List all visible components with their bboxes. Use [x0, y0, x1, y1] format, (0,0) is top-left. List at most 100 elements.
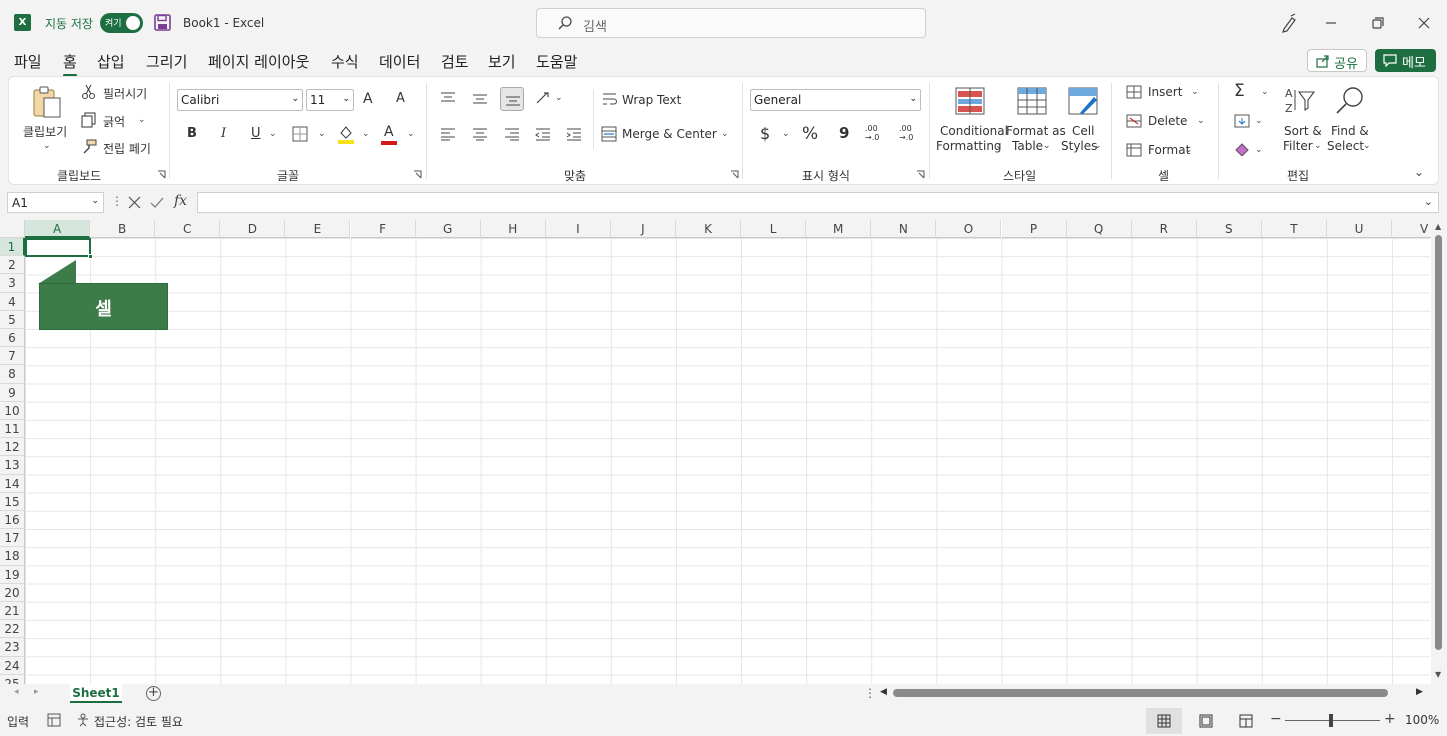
tab-formulas[interactable]: 수식	[331, 51, 359, 72]
select-all-corner[interactable]	[0, 220, 25, 238]
format-as-table-icon[interactable]	[1017, 87, 1047, 115]
autosum-icon[interactable]: Σ	[1234, 81, 1245, 101]
row-header[interactable]: 11	[0, 420, 25, 439]
name-box[interactable]: A1 ⌄	[7, 192, 104, 213]
merge-dropdown-icon[interactable]: ⌄	[721, 129, 729, 139]
column-header[interactable]: P	[1001, 220, 1067, 238]
restore-icon[interactable]	[1365, 10, 1391, 36]
row-header[interactable]: 17	[0, 529, 25, 548]
cut-label[interactable]: 필러시기	[103, 85, 147, 102]
format-painter-icon[interactable]	[81, 139, 97, 155]
find-select-label-2[interactable]: Select	[1327, 139, 1364, 153]
row-header[interactable]: 9	[0, 383, 25, 402]
row-header[interactable]: 23	[0, 638, 25, 657]
shrink-font-button[interactable]: A	[396, 91, 405, 106]
collapse-ribbon-icon[interactable]: ⌄	[1414, 165, 1424, 179]
wrap-text-label[interactable]: Wrap Text	[622, 93, 681, 107]
cut-icon[interactable]	[81, 84, 97, 100]
column-header[interactable]: M	[806, 220, 872, 238]
format-dropdown-icon[interactable]: ⌄	[1185, 145, 1193, 155]
paste-label[interactable]: 클립보기	[23, 123, 67, 140]
clipboard-launcher-icon[interactable]	[157, 170, 166, 179]
zoom-slider-thumb[interactable]	[1329, 714, 1333, 727]
sort-filter-label-1[interactable]: Sort &	[1284, 124, 1322, 138]
align-bottom-button[interactable]	[500, 87, 524, 111]
row-header[interactable]: 22	[0, 620, 25, 639]
column-header[interactable]: N	[871, 220, 937, 238]
insert-cells-icon[interactable]	[1126, 85, 1142, 99]
prev-sheet-icon[interactable]: ◂	[14, 687, 19, 697]
align-top-icon[interactable]	[440, 91, 456, 105]
conditional-formatting-icon[interactable]	[955, 87, 985, 115]
search-box[interactable]: 김색	[536, 8, 926, 38]
tab-data[interactable]: 데이터	[379, 51, 420, 72]
scroll-down-icon[interactable]: ▼	[1435, 670, 1441, 679]
paste-dropdown-icon[interactable]: ⌄	[43, 141, 51, 151]
formula-bar-handle-icon[interactable]: ⋮	[111, 194, 123, 208]
column-header[interactable]: E	[285, 220, 351, 238]
fill-dropdown-icon[interactable]: ⌄	[1255, 116, 1263, 126]
horizontal-scroll-thumb[interactable]	[893, 689, 1388, 697]
decrease-indent-icon[interactable]	[535, 127, 551, 141]
italic-button[interactable]: I	[221, 126, 226, 141]
pen-icon[interactable]	[1276, 10, 1302, 36]
column-header[interactable]: J	[610, 220, 676, 238]
copy-label[interactable]: 긁억	[103, 113, 125, 130]
vertical-scrollbar[interactable]: ▲ ▼	[1431, 220, 1447, 684]
alignment-launcher-icon[interactable]	[730, 170, 739, 179]
format-table-dropdown-icon[interactable]: ⌄	[1043, 141, 1051, 151]
tab-draw[interactable]: 그리기	[146, 51, 187, 72]
clear-icon[interactable]	[1234, 142, 1250, 156]
column-header[interactable]: H	[480, 220, 546, 238]
tab-file[interactable]: 파일	[14, 51, 42, 72]
borders-icon[interactable]	[292, 126, 308, 142]
tab-page-layout[interactable]: 페이지 레이아웃	[208, 51, 309, 72]
clear-dropdown-icon[interactable]: ⌄	[1255, 145, 1263, 155]
paste-icon[interactable]	[31, 85, 63, 119]
formula-input[interactable]: ⌄	[197, 192, 1439, 213]
align-middle-icon[interactable]	[472, 91, 488, 105]
cell-styles-label-2[interactable]: Styles	[1061, 139, 1097, 153]
row-header[interactable]: 16	[0, 511, 25, 530]
tab-help[interactable]: 도움말	[536, 51, 577, 72]
expand-formula-icon[interactable]: ⌄	[1424, 195, 1433, 208]
row-header[interactable]: 18	[0, 547, 25, 566]
row-header[interactable]: 5	[0, 310, 25, 329]
vertical-scroll-thumb[interactable]	[1435, 235, 1442, 650]
column-header[interactable]: D	[220, 220, 286, 238]
row-header[interactable]: 2	[0, 256, 25, 275]
insert-function-button[interactable]: fx	[174, 193, 187, 209]
number-launcher-icon[interactable]	[916, 170, 925, 179]
sort-filter-icon[interactable]: A Z	[1284, 86, 1316, 114]
currency-dropdown-icon[interactable]: ⌄	[782, 129, 790, 139]
align-left-icon[interactable]	[440, 127, 456, 141]
row-header[interactable]: 24	[0, 656, 25, 675]
fill-handle[interactable]	[88, 254, 93, 259]
format-as-table-label-2[interactable]: Table	[1012, 139, 1043, 153]
cell-styles-icon[interactable]	[1068, 87, 1098, 115]
column-header[interactable]: B	[90, 220, 156, 238]
row-header[interactable]: 8	[0, 365, 25, 384]
find-dropdown-icon[interactable]: ⌄	[1363, 141, 1371, 151]
next-sheet-icon[interactable]: ▸	[34, 687, 39, 697]
font-color-glyph[interactable]: A	[384, 124, 394, 140]
column-header[interactable]: C	[155, 220, 221, 238]
zoom-level[interactable]: 100%	[1405, 713, 1439, 727]
autosum-dropdown-icon[interactable]: ⌄	[1261, 87, 1269, 97]
number-format-dropdown[interactable]: General ⌄	[750, 89, 921, 111]
normal-view-button[interactable]	[1146, 708, 1182, 734]
cells-area[interactable]	[25, 238, 1430, 684]
insert-dropdown-icon[interactable]: ⌄	[1191, 87, 1199, 97]
row-header[interactable]: 21	[0, 602, 25, 621]
zoom-in-button[interactable]: +	[1384, 711, 1396, 727]
format-as-table-label-1[interactable]: Format as	[1006, 124, 1066, 138]
copy-dropdown-icon[interactable]: ⌄	[138, 115, 146, 125]
merge-center-icon[interactable]	[601, 126, 617, 142]
enter-icon[interactable]	[150, 196, 164, 209]
column-header[interactable]: I	[545, 220, 611, 238]
column-header[interactable]: T	[1261, 220, 1327, 238]
row-header[interactable]: 14	[0, 474, 25, 493]
column-header[interactable]: K	[676, 220, 742, 238]
column-header[interactable]: Q	[1066, 220, 1132, 238]
minimize-icon[interactable]	[1318, 10, 1344, 36]
